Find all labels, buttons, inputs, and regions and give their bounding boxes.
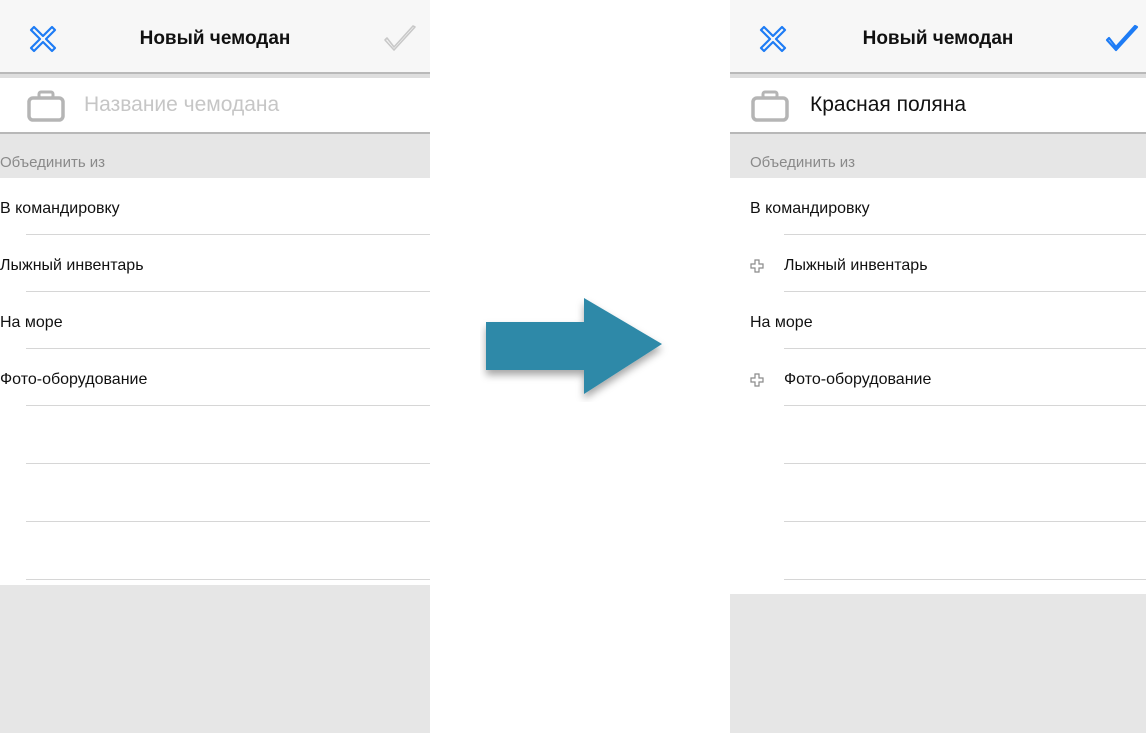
list-item[interactable]: В командировку [0,178,430,235]
section-header: Объединить из [730,134,1146,178]
done-checkmark-icon[interactable] [382,24,418,54]
navigation-bar: Новый чемодан [730,0,1146,78]
done-checkmark-icon[interactable] [1104,24,1140,54]
list-item-label: В командировку [750,200,870,217]
suitcase-name-row [0,78,430,134]
bottom-panel [0,585,430,733]
list-item-label: На море [750,314,813,331]
suitcase-icon [751,90,789,122]
empty-row [0,464,430,522]
empty-row [730,464,1146,522]
list-item[interactable]: Фото-оборудование [730,349,1146,406]
empty-row [0,522,430,580]
list-item-label: Фото-оборудование [0,371,148,388]
page-title: Новый чемодан [862,28,1014,49]
list-item[interactable]: Фото-оборудование [0,349,430,406]
suitcase-name-input[interactable] [810,90,1136,120]
list-item[interactable]: Лыжный инвентарь [730,235,1146,292]
plus-icon [750,259,764,273]
list-item-label: В командировку [0,200,120,217]
suitcase-icon [27,90,65,122]
merge-list: В командировку Лыжный инвентарь На море … [0,178,430,580]
list-item[interactable]: На море [0,292,430,349]
bottom-panel [730,594,1146,733]
empty-row [730,406,1146,464]
list-item-label: Лыжный инвентарь [0,257,144,274]
list-item[interactable]: В командировку [730,178,1146,235]
empty-row [730,522,1146,580]
list-item-label: На море [0,314,63,331]
section-header: Объединить из [0,134,430,178]
list-item-label: Лыжный инвентарь [784,257,928,274]
divider [784,579,1146,580]
screen-before: Новый чемодан Объединить из В командиров… [0,0,430,733]
section-header-label: Объединить из [0,154,106,171]
empty-row [0,406,430,464]
right-arrow-icon [486,298,662,394]
page-title: Новый чемодан [139,28,291,49]
list-item[interactable]: Лыжный инвентарь [0,235,430,292]
plus-icon [750,373,764,387]
list-item[interactable]: На море [730,292,1146,349]
navigation-bar: Новый чемодан [0,0,430,78]
section-header-label: Объединить из [750,154,856,171]
suitcase-name-row [730,78,1146,134]
suitcase-name-input[interactable] [84,90,420,120]
list-item-label: Фото-оборудование [784,371,932,388]
divider [26,579,430,580]
screen-after: Новый чемодан Объединить из В командиров… [730,0,1146,733]
merge-list: В командировку Лыжный инвентарь На море … [730,178,1146,580]
